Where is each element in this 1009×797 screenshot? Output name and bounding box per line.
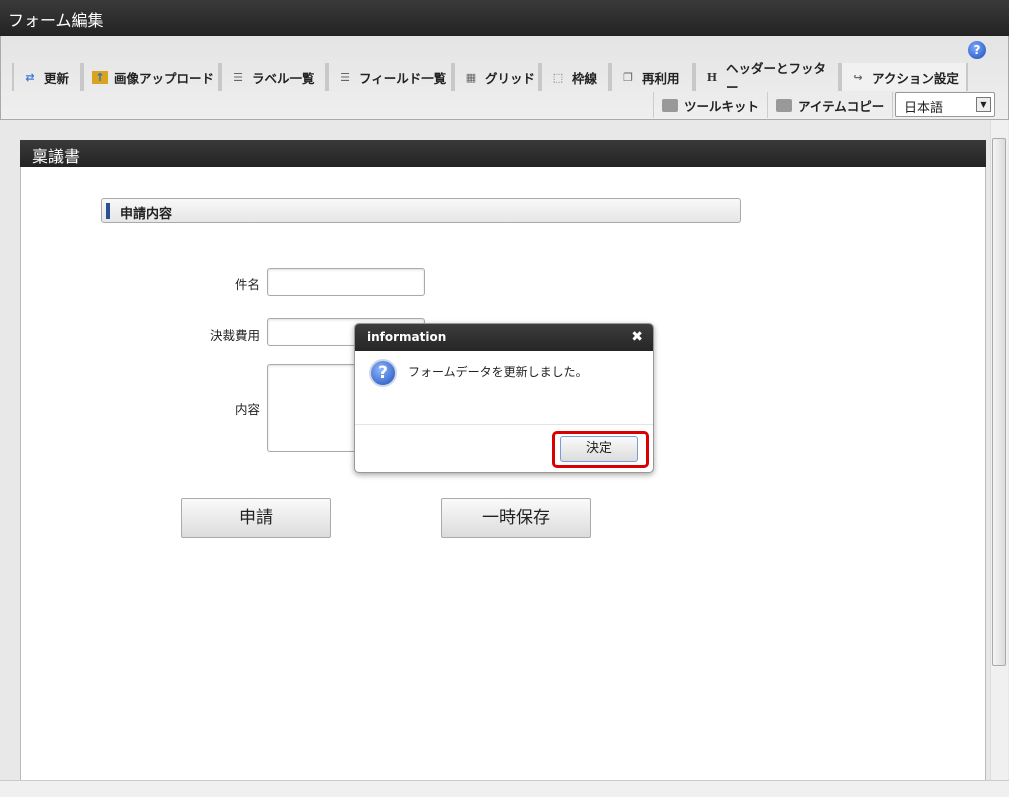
- toolbox-icon: [776, 98, 792, 112]
- close-icon[interactable]: ✖: [631, 329, 643, 345]
- submit-button[interactable]: 申請: [181, 498, 331, 538]
- tab-label-list[interactable]: ☰ ラベル一覧: [220, 63, 327, 91]
- tab-label: 更新: [44, 70, 70, 86]
- language-value: 日本語: [904, 101, 944, 116]
- tab-grid[interactable]: ▦ グリッド: [453, 63, 540, 91]
- tab-label: 画像アップロード: [114, 70, 215, 86]
- field-label-content: 内容: [234, 402, 260, 417]
- list-icon: ☰: [233, 70, 243, 84]
- horizontal-scrollbar[interactable]: [0, 780, 1009, 797]
- question-icon: ?: [369, 359, 397, 387]
- action-icon: ↪: [853, 70, 863, 84]
- tab-label: フィールド一覧: [359, 70, 447, 86]
- field-label-cost: 決裁費用: [209, 328, 260, 343]
- tab-label: グリッド: [485, 70, 536, 86]
- ok-button[interactable]: 決定: [560, 436, 638, 462]
- subject-input[interactable]: [267, 268, 425, 296]
- help-icon[interactable]: ?: [968, 41, 986, 59]
- header-icon: H: [706, 70, 718, 84]
- tab-label: アイテムコピー: [798, 98, 885, 114]
- dialog-message: フォームデータを更新しました。: [408, 365, 588, 379]
- tab-label: アクション設定: [872, 70, 959, 86]
- scrollbar-thumb[interactable]: [992, 138, 1006, 666]
- tab-label: ラベル一覧: [252, 70, 315, 86]
- tab-field-list[interactable]: ☰ フィールド一覧: [327, 63, 453, 91]
- tab-label: 再利用: [642, 70, 680, 86]
- field-label-subject: 件名: [234, 277, 260, 292]
- toolbox-icon: [662, 98, 678, 112]
- divider: [355, 424, 653, 425]
- window-title: フォーム編集: [0, 0, 1009, 36]
- tab-toolkit[interactable]: ツールキット: [653, 92, 767, 118]
- form-title: 稟議書: [20, 140, 986, 167]
- tab-label: ヘッダーとフッター: [725, 61, 826, 95]
- tab-item-copy[interactable]: アイテムコピー: [767, 92, 893, 118]
- dialog-title: information: [355, 324, 653, 351]
- section-header: 申請内容: [101, 198, 741, 223]
- information-dialog: information ✖ ? フォームデータを更新しました。 決定: [354, 323, 654, 473]
- save-draft-button[interactable]: 一時保存: [441, 498, 591, 538]
- tab-action-settings[interactable]: ↪ アクション設定: [840, 63, 968, 91]
- list-icon: ☰: [340, 70, 350, 84]
- chevron-down-icon: ▼: [976, 97, 991, 112]
- tab-update[interactable]: ⇄ 更新: [12, 63, 82, 91]
- tab-border[interactable]: ⬚ 枠線: [540, 63, 610, 91]
- image-upload-icon: ↑: [92, 70, 108, 84]
- border-icon: ⬚: [552, 70, 564, 84]
- tab-header-footer[interactable]: H ヘッダーとフッター: [694, 61, 840, 95]
- tab-label: 枠線: [572, 70, 598, 86]
- copy-icon: ❐: [623, 70, 633, 84]
- update-icon: ⇄: [25, 70, 35, 84]
- tab-label: ツールキット: [684, 98, 760, 114]
- language-select[interactable]: 日本語 ▼: [895, 92, 995, 117]
- tab-reuse[interactable]: ❐ 再利用: [610, 63, 694, 91]
- grid-icon: ▦: [465, 70, 477, 84]
- tab-image-upload[interactable]: ↑ 画像アップロード: [82, 63, 220, 91]
